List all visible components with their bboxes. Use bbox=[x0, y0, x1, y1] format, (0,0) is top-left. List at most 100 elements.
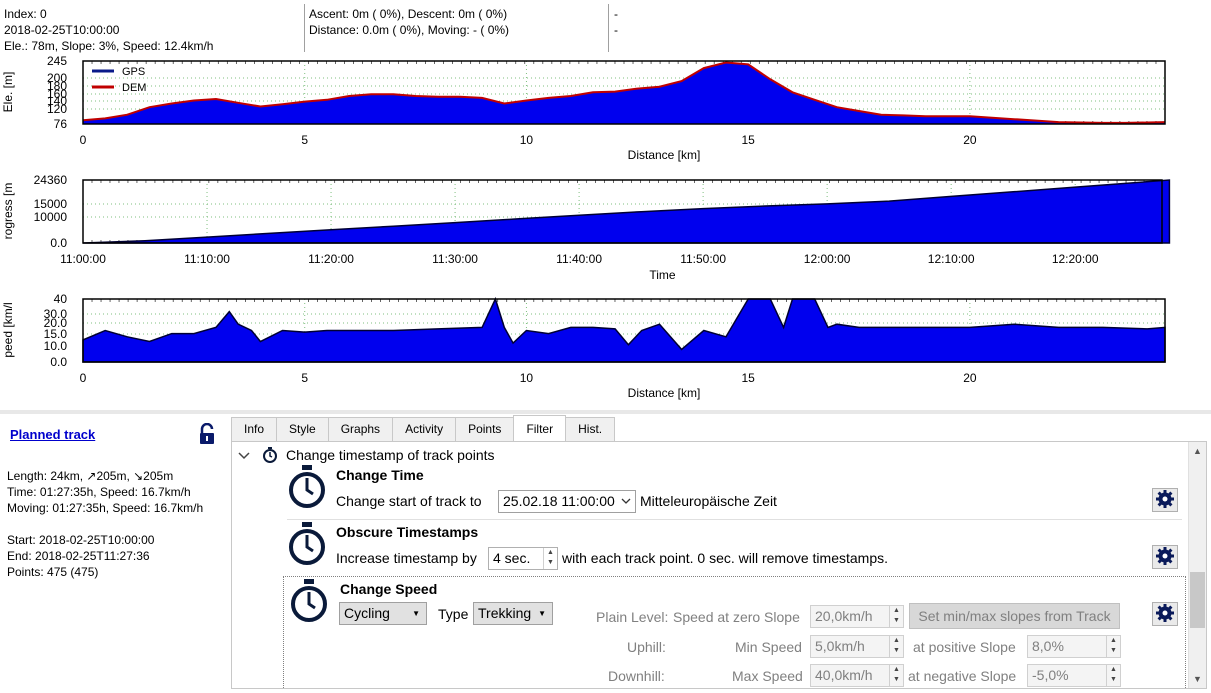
change-time-label: Change start of track to bbox=[336, 493, 482, 509]
activity-select-value: Cycling bbox=[344, 605, 390, 621]
bike-type-value: Trekking bbox=[478, 605, 532, 621]
spinner-arrows-icon[interactable]: ▲ ▼ bbox=[543, 548, 557, 569]
zero-slope-speed-spinner[interactable]: 20,0km/h ▲ ▼ bbox=[810, 605, 904, 628]
x-tick-label: 5 bbox=[301, 133, 308, 147]
max-speed-label: Max Speed bbox=[732, 668, 803, 684]
gear-icon bbox=[1155, 489, 1175, 512]
x-axis-label: Time bbox=[649, 268, 676, 282]
panel-splitter[interactable] bbox=[0, 410, 1211, 414]
obscure-settings-button[interactable] bbox=[1152, 545, 1178, 569]
scroll-down-icon[interactable]: ▼ bbox=[1189, 670, 1206, 688]
chevron-down-icon: ▼ bbox=[538, 609, 546, 618]
obscure-label-before: Increase timestamp by bbox=[336, 550, 477, 566]
tab-hist[interactable]: Hist. bbox=[565, 417, 616, 441]
track-points: Points: 475 (475) bbox=[7, 565, 99, 579]
chart-1: 0 5 10 15 2024520018016014012076Distance [km… bbox=[1, 54, 1166, 162]
track-start: Start: 2018-02-25T10:00:00 bbox=[7, 533, 155, 547]
track-end: End: 2018-02-25T11:27:36 bbox=[7, 549, 150, 563]
track-summary: Length: 24km, ↗205m, ↘205m Time: 01:27:3… bbox=[7, 468, 203, 516]
x-tick-label: 11:30:00 bbox=[432, 252, 478, 266]
y-tick-label: 0.0 bbox=[50, 355, 67, 369]
x-axis-label: Distance [km] bbox=[628, 148, 701, 162]
timestamp-increment-spinner[interactable]: 4 sec. ▲ ▼ bbox=[488, 547, 558, 570]
x-tick-label: 20 bbox=[963, 371, 977, 385]
tab-bar: Info Style Graphs Activity Points Filter… bbox=[231, 415, 616, 441]
x-tick-label: 20 bbox=[963, 133, 977, 147]
spinner-arrows-icon[interactable]: ▲ ▼ bbox=[889, 606, 903, 627]
change-time-title: Change Time bbox=[336, 467, 424, 483]
spinner-arrows-icon[interactable]: ▲ ▼ bbox=[889, 665, 903, 686]
y-tick-label: 40 bbox=[54, 292, 68, 306]
legend-label: DEM bbox=[122, 82, 146, 94]
scroll-thumb[interactable] bbox=[1190, 572, 1205, 628]
tab-points[interactable]: Points bbox=[455, 417, 515, 441]
x-tick-label: 15 bbox=[741, 371, 755, 385]
gear-icon bbox=[1155, 603, 1175, 626]
positive-slope-spinner[interactable]: 8,0% ▲ ▼ bbox=[1027, 635, 1121, 658]
y-tick-label: 76 bbox=[54, 117, 68, 131]
filter-group-title: Change timestamp of track points bbox=[286, 447, 495, 463]
negative-slope-label: at negative Slope bbox=[908, 668, 1017, 684]
filter-group-header[interactable]: Change timestamp of track points bbox=[238, 445, 495, 465]
change-speed-settings-button[interactable] bbox=[1152, 602, 1178, 626]
spinner-arrows-icon[interactable]: ▲ ▼ bbox=[1106, 636, 1120, 657]
x-tick-label: 10 bbox=[520, 371, 534, 385]
x-tick-label: 11:20:00 bbox=[308, 252, 354, 266]
track-time: Time: 01:27:35h, Speed: 16.7km/h bbox=[7, 485, 191, 499]
downhill-label: Downhill: bbox=[608, 668, 665, 684]
change-speed-title: Change Speed bbox=[340, 581, 438, 597]
x-tick-label: 10 bbox=[520, 133, 534, 147]
max-speed-spinner[interactable]: 40,0km/h ▲ ▼ bbox=[810, 664, 904, 687]
y-axis-label: peed [km/l bbox=[1, 302, 15, 357]
min-speed-label: Min Speed bbox=[735, 639, 802, 655]
y-tick-label: 10000 bbox=[34, 210, 68, 224]
x-tick-label: 5 bbox=[301, 371, 308, 385]
tab-filter[interactable]: Filter bbox=[513, 415, 567, 441]
max-speed-value: 40,0km/h bbox=[815, 667, 873, 683]
vertical-scrollbar[interactable]: ▲ ▼ bbox=[1188, 442, 1206, 688]
x-tick-label: 0 bbox=[80, 371, 87, 385]
unlock-icon[interactable] bbox=[198, 422, 216, 445]
min-speed-value: 5,0km/h bbox=[815, 638, 865, 654]
start-time-picker[interactable]: 25.02.18 11:00:00 bbox=[498, 490, 636, 513]
x-axis-label: Distance [km] bbox=[628, 386, 701, 400]
graphs-panel[interactable]: 0 5 10 15 2024520018016014012076Distance [km… bbox=[0, 0, 1211, 410]
chart-2: 11:00:00 11:10:00 11:20:00 11:30:00 11:40:00… bbox=[1, 173, 1171, 282]
negative-slope-spinner[interactable]: -5,0% ▲ ▼ bbox=[1027, 664, 1121, 687]
set-slopes-button[interactable]: Set min/max slopes from Track bbox=[909, 603, 1120, 629]
divider bbox=[287, 519, 1182, 520]
x-tick-label: 12:00:00 bbox=[804, 252, 851, 266]
tab-style[interactable]: Style bbox=[276, 417, 329, 441]
stopwatch-icon bbox=[287, 465, 327, 509]
chevron-down-icon: ▼ bbox=[412, 609, 420, 618]
bike-type-select[interactable]: Trekking ▼ bbox=[473, 602, 553, 625]
obscure-label-after: with each track point. 0 sec. will remov… bbox=[562, 550, 889, 566]
spinner-arrows-icon[interactable]: ▲ ▼ bbox=[1106, 665, 1120, 686]
min-speed-spinner[interactable]: 5,0km/h ▲ ▼ bbox=[810, 635, 904, 658]
timestamp-increment-value: 4 sec. bbox=[493, 550, 531, 566]
change-time-settings-button[interactable] bbox=[1152, 488, 1178, 512]
y-axis-label: Ele. [m] bbox=[1, 72, 15, 113]
tab-graphs[interactable]: Graphs bbox=[327, 417, 394, 441]
track-times: Start: 2018-02-25T10:00:00 End: 2018-02-… bbox=[7, 532, 154, 580]
x-tick-label: 12:20:00 bbox=[1052, 252, 1099, 266]
stopwatch-icon bbox=[289, 579, 329, 623]
x-tick-label: 12:10:00 bbox=[928, 252, 975, 266]
spinner-arrows-icon[interactable]: ▲ ▼ bbox=[889, 636, 903, 657]
y-tick-label: 0.0 bbox=[50, 236, 67, 250]
tab-activity[interactable]: Activity bbox=[392, 417, 457, 441]
activity-select[interactable]: Cycling ▼ bbox=[339, 602, 427, 625]
filter-panel: Change timestamp of track points Change … bbox=[231, 441, 1207, 689]
chevron-down-icon[interactable] bbox=[238, 445, 252, 465]
planned-track-link[interactable]: Planned track bbox=[10, 427, 95, 442]
track-moving: Moving: 01:27:35h, Speed: 16.7km/h bbox=[7, 501, 204, 515]
scroll-up-icon[interactable]: ▲ bbox=[1189, 442, 1206, 460]
negative-slope-value: -5,0% bbox=[1032, 667, 1069, 683]
tab-info[interactable]: Info bbox=[231, 417, 278, 441]
x-tick-label: 11:50:00 bbox=[680, 252, 726, 266]
zero-slope-speed-value: 20,0km/h bbox=[815, 608, 873, 624]
positive-slope-value: 8,0% bbox=[1032, 638, 1064, 654]
type-label: Type bbox=[438, 606, 469, 622]
positive-slope-label: at positive Slope bbox=[913, 639, 1016, 655]
legend-label: GPS bbox=[122, 66, 145, 78]
